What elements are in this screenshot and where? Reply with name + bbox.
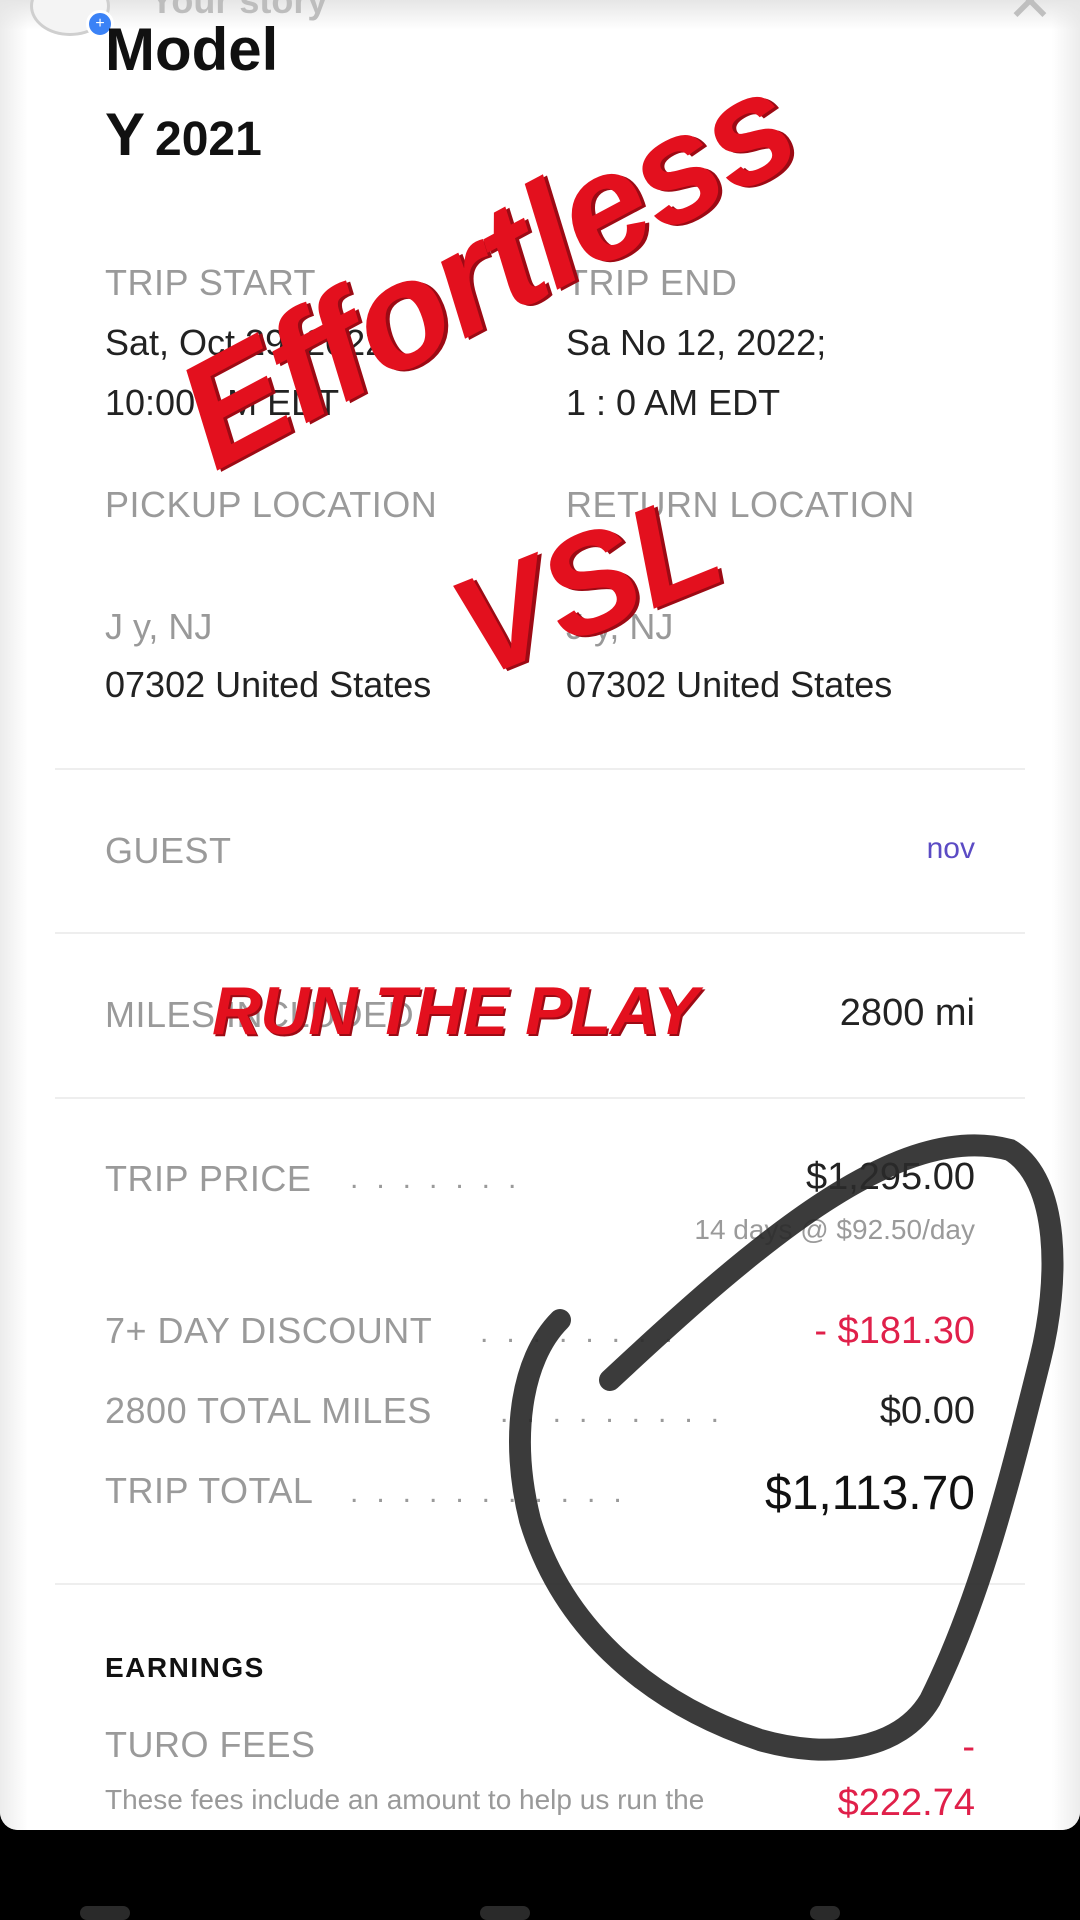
- trip-price-value: $1,295.00: [805, 1156, 975, 1198]
- nav-hint: [810, 1906, 840, 1920]
- nav-hint: [480, 1906, 530, 1920]
- guest-name-link[interactable]: nov: [927, 832, 975, 866]
- turo-fees-dash: -: [962, 1726, 975, 1768]
- close-icon[interactable]: ✕: [1000, 0, 1060, 30]
- nav-hint: [80, 1906, 130, 1920]
- vehicle-model-letter: Y: [105, 101, 146, 168]
- miles-included-value: 2800 mi: [839, 992, 975, 1034]
- trip-total-value: $1,113.70: [765, 1467, 975, 1520]
- vehicle-model-year: Y 2021: [105, 100, 262, 169]
- guest-label: GUEST: [105, 830, 232, 871]
- story-frame: + Your story ✕ Model Y 2021 TRIP START Sa…: [0, 0, 1080, 1830]
- pickup-location-label: PICKUP LOCATION: [105, 484, 438, 525]
- vehicle-year: 2021: [155, 113, 262, 166]
- vehicle-title: Model: [105, 16, 279, 83]
- leader-dots: .........: [500, 1396, 738, 1429]
- trip-price-note: 14 days @ $92.50/day: [694, 1214, 975, 1245]
- trip-price-label: TRIP PRICE: [105, 1158, 312, 1199]
- divider: [55, 768, 1025, 770]
- discount-value: - $181.30: [814, 1310, 975, 1352]
- left-edge-shade: [0, 0, 28, 1830]
- right-edge-shade: [1052, 0, 1080, 1830]
- total-miles-label: 2800 TOTAL MILES: [105, 1390, 432, 1431]
- turo-fees-description: These fees include an amount to help us …: [105, 1784, 705, 1815]
- run-the-play-overlay-text: RUN THE PLAY: [212, 973, 698, 1049]
- discount-label: 7+ DAY DISCOUNT: [105, 1310, 433, 1351]
- divider: [55, 932, 1025, 934]
- bottom-bar: [0, 1830, 1080, 1920]
- leader-dots: .......: [350, 1162, 535, 1195]
- turo-fees-label: TURO FEES: [105, 1724, 316, 1765]
- trip-total-label: TRIP TOTAL: [105, 1470, 314, 1511]
- total-miles-value: $0.00: [879, 1390, 975, 1432]
- divider: [55, 1583, 1025, 1585]
- turo-fees-value: $222.74: [837, 1782, 975, 1824]
- earnings-heading: EARNINGS: [105, 1652, 265, 1683]
- pickup-location-line: J y, NJ: [105, 606, 213, 647]
- trip-end-time: 1 : 0 AM EDT: [566, 382, 781, 423]
- divider: [55, 1097, 1025, 1099]
- trip-end-date: Sa No 12, 2022;: [566, 322, 827, 363]
- pickup-location-zip: 07302 United States: [105, 664, 432, 705]
- leader-dots: ........: [480, 1316, 691, 1349]
- leader-dots: ...........: [350, 1476, 640, 1509]
- return-location-zip: 07302 United States: [566, 664, 893, 705]
